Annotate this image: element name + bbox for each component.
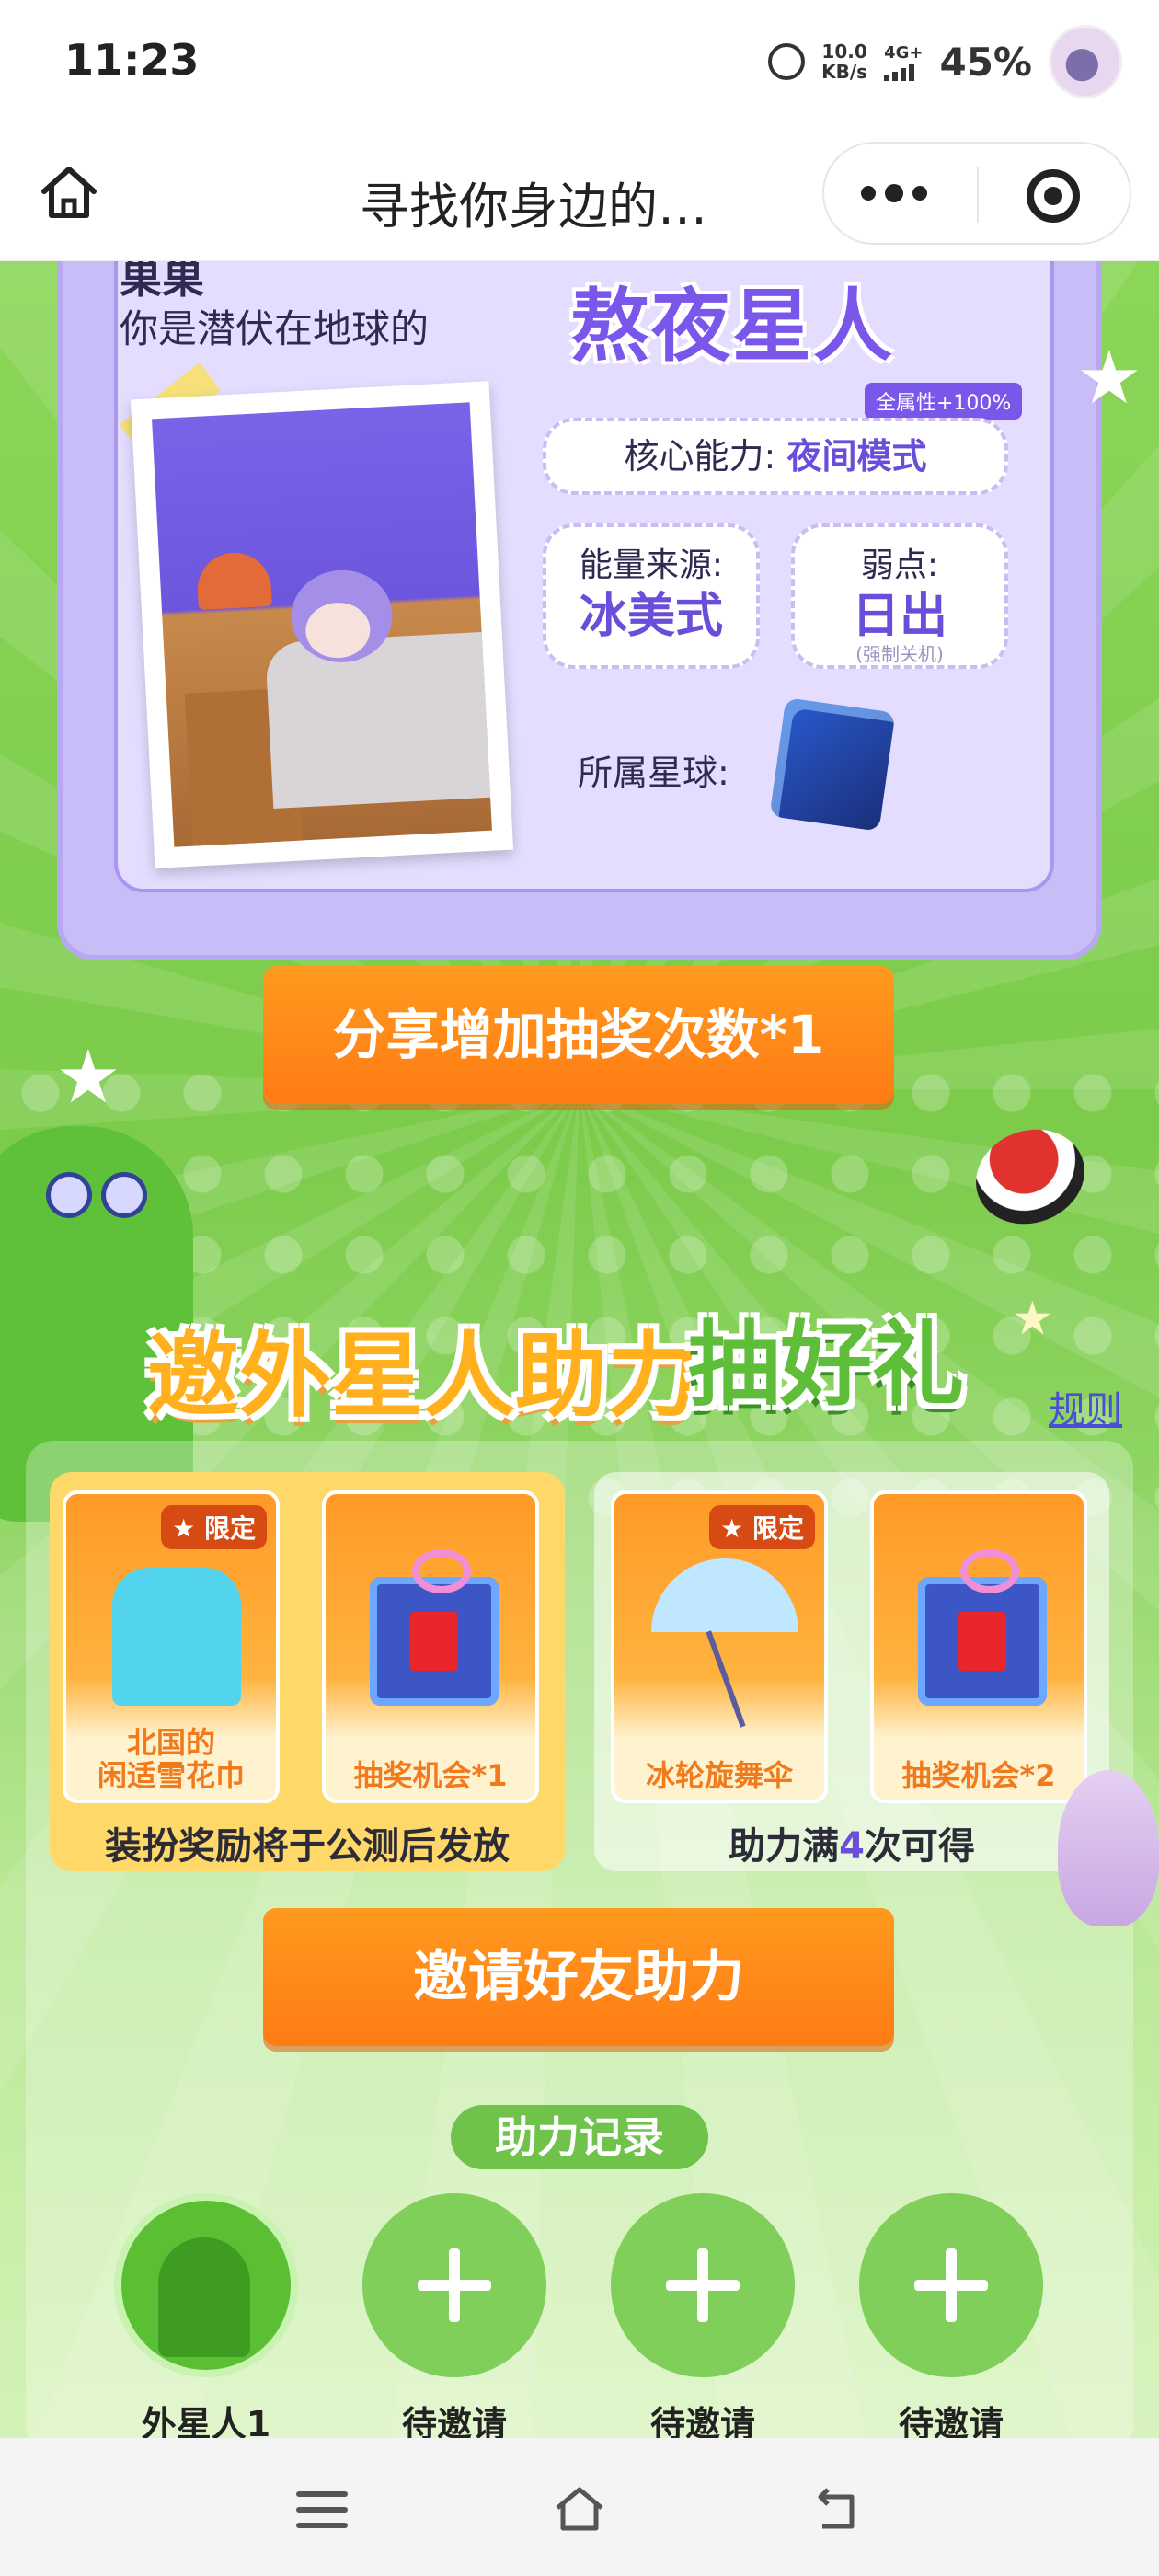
system-navigation-bar — [0, 2438, 1159, 2576]
network-type: 4G+ — [884, 42, 924, 63]
home-icon[interactable] — [552, 2482, 607, 2534]
costume-caption: 装扮奖励将于公测后发放 — [105, 1825, 510, 1868]
net-speed-value: 10.0 — [821, 40, 867, 63]
nav-bar: 寻找你身边的… — [0, 129, 1159, 261]
attribute-badge: 全属性+100% — [865, 383, 1023, 420]
character-type-title: 熬夜星人 — [570, 281, 894, 373]
reward-label: 北国的 闲适雪花巾 — [97, 1725, 245, 1793]
target-close-icon[interactable] — [1027, 169, 1080, 223]
invite-title: 邀外星人助力 — [147, 1322, 699, 1430]
snowflake-scarf-icon — [112, 1568, 241, 1706]
star-icon: ★ — [1012, 1292, 1053, 1345]
core-ability-label: 核心能力: — [624, 436, 776, 477]
invite-friends-button[interactable]: 邀请好友助力 — [263, 1908, 894, 2046]
character-subtitle: 你是潜伏在地球的 — [120, 306, 430, 351]
energy-source: 能量来源: 冰美式 — [543, 523, 760, 669]
character-photo — [130, 381, 514, 868]
capsule-divider — [977, 167, 979, 223]
invite-title-highlight: 抽好礼 — [688, 1311, 964, 1419]
planet-cube-icon — [769, 697, 896, 832]
weakness: 弱点: 日出 (强制关机) — [791, 523, 1008, 669]
helper-label: 待邀请 — [649, 2404, 755, 2438]
gift-box-icon — [370, 1549, 499, 1706]
helper-label: 外星人1 — [141, 2404, 271, 2438]
battery-level: 45% — [939, 39, 1032, 85]
helper-label: 待邀请 — [401, 2404, 507, 2438]
umbrella-icon — [651, 1558, 798, 1632]
reward-card-scarf[interactable]: ★ 限定 北国的 闲适雪花巾 — [63, 1490, 280, 1803]
signal-icon: 4G+ — [884, 43, 923, 81]
helper-slot-empty[interactable] — [362, 2193, 546, 2377]
home-icon[interactable] — [37, 160, 101, 224]
alarm-icon — [768, 43, 806, 80]
core-ability-value: 夜间模式 — [786, 436, 927, 477]
energy-source-value: 冰美式 — [579, 589, 723, 644]
helper-slot-empty[interactable] — [859, 2193, 1043, 2377]
limited-badge: ★ 限定 — [161, 1505, 267, 1549]
back-icon[interactable] — [809, 2484, 865, 2536]
status-icons: 10.0 KB/s 4G+ 45% — [768, 20, 1122, 103]
weakness-value: 日出 — [851, 589, 947, 644]
main-content[interactable]: 巣巣 你是潜伏在地球的 熬夜星人 全属性+100% 核心能力: 夜间模式 能量来… — [0, 261, 1159, 2438]
share-button[interactable]: 分享增加抽奖次数*1 — [263, 966, 894, 1104]
avatar — [1049, 25, 1122, 98]
planet-label: 所属星球: — [578, 753, 729, 793]
page-title: 寻找你身边的… — [360, 178, 707, 236]
reward-card-umbrella[interactable]: ★ 限定 冰轮旋舞伞 — [611, 1490, 828, 1803]
miniprogram-capsule — [822, 142, 1131, 245]
limited-badge: ★ 限定 — [709, 1505, 815, 1549]
rules-link[interactable]: 规则 — [1049, 1380, 1122, 1433]
core-ability: 核心能力: 夜间模式 — [543, 418, 1008, 495]
helper-slot-filled — [114, 2193, 298, 2377]
menu-icon[interactable] — [296, 2491, 348, 2528]
status-time: 11:23 — [64, 35, 200, 85]
energy-source-label: 能量来源: — [579, 546, 724, 584]
records-title: 助力记录 — [451, 2105, 708, 2169]
teapot-decoration — [1058, 1770, 1159, 1926]
helper-label: 待邀请 — [898, 2404, 1004, 2438]
reward-label: 抽奖机会*1 — [353, 1758, 508, 1793]
star-icon: ★ — [55, 1034, 121, 1120]
reward-card-lottery-2[interactable]: 抽奖机会*2 — [870, 1490, 1087, 1803]
net-speed-unit: KB/s — [821, 61, 868, 83]
weakness-note: (强制关机) — [855, 643, 944, 665]
reward-card-lottery-1[interactable]: 抽奖机会*1 — [322, 1490, 539, 1803]
reward-label: 抽奖机会*2 — [901, 1758, 1056, 1793]
reward-label: 冰轮旋舞伞 — [645, 1758, 793, 1793]
sleeping-character-image — [152, 402, 492, 847]
more-dots-icon[interactable] — [861, 184, 927, 202]
star-icon: ★ — [1076, 335, 1142, 420]
helper-slot-empty[interactable] — [611, 2193, 795, 2377]
status-bar: 11:23 10.0 KB/s 4G+ 45% — [0, 0, 1159, 129]
net-speed: 10.0 KB/s — [821, 41, 867, 82]
milestone-caption: 助力满4次可得 — [729, 1825, 975, 1868]
alien-silhouette-icon — [158, 2237, 250, 2357]
gift-box-icon — [918, 1549, 1047, 1706]
weakness-label: 弱点: — [860, 546, 939, 584]
